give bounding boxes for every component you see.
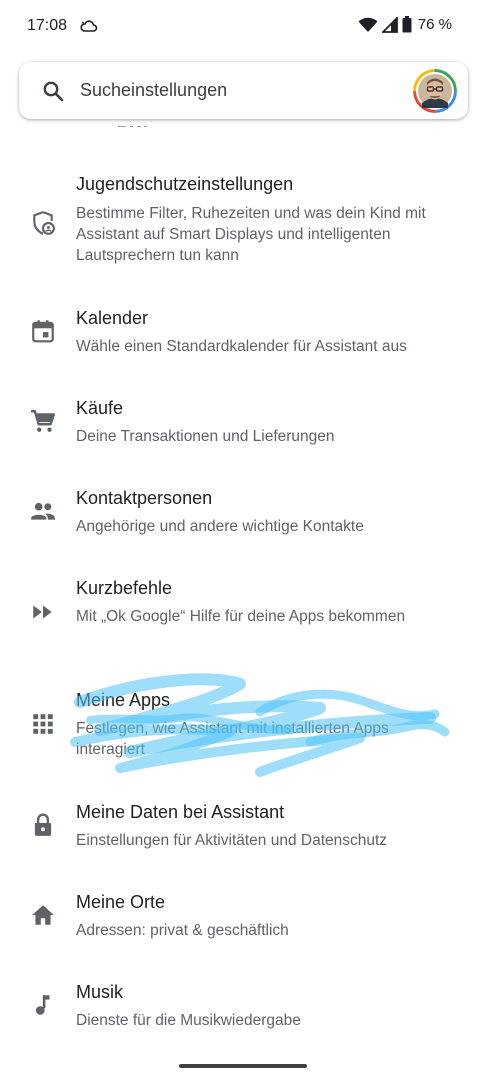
lock-icon (34, 813, 52, 836)
home-indicator[interactable] (179, 1064, 307, 1068)
cart-icon (31, 410, 56, 432)
list-item-kaeufe[interactable]: Käufe Deine Transaktionen und Lieferunge… (0, 396, 486, 456)
item-title: Käufe (76, 398, 124, 418)
home-icon (32, 905, 54, 925)
fast-forward-icon (33, 605, 52, 619)
status-time: 17:08 (27, 17, 68, 34)
item-subtitle: Angehörige und andere wichtige Kontakte (76, 518, 364, 535)
apps-grid-icon (33, 714, 53, 734)
people-icon (31, 502, 55, 520)
cellular-signal-icon (381, 16, 398, 33)
item-title: Jugendschutzeinstellungen (76, 174, 294, 194)
battery-percentage: 76 % (417, 16, 452, 33)
item-subtitle: Mit „Ok Google“ Hilfe für deine Apps bek… (76, 608, 406, 625)
shield-child-icon (33, 211, 55, 235)
list-item-meine-apps[interactable]: Meine Apps Festlegen, wie Assistant mit … (0, 688, 486, 770)
item-title: Meine Apps (76, 690, 171, 710)
status-indicators: 76 % (358, 16, 452, 33)
item-title: Kalender (76, 308, 149, 328)
scrolled-content-edge (118, 124, 148, 130)
item-subtitle: Deine Transaktionen und Lieferungen (76, 428, 335, 445)
item-subtitle: Wähle einen Standardkalender für Assista… (76, 338, 407, 355)
item-title: Meine Daten bei Assistant (76, 802, 285, 822)
item-title: Musik (76, 982, 124, 1002)
status-bar: 17:08 76 % (0, 0, 486, 52)
search-icon[interactable] (41, 79, 65, 103)
search-bar[interactable]: Sucheinstellungen (19, 62, 468, 119)
music-note-icon (35, 995, 50, 1015)
account-avatar[interactable] (413, 69, 457, 113)
list-item-meine-orte[interactable]: Meine Orte Adressen: privat & geschäftli… (0, 890, 486, 950)
item-title: Kontaktpersonen (76, 488, 213, 508)
item-subtitle: Festlegen, wie Assistant mit installiert… (76, 720, 389, 758)
item-subtitle: Adressen: privat & geschäftlich (76, 922, 289, 939)
list-item-kalender[interactable]: Kalender Wähle einen Standardkalender fü… (0, 306, 486, 366)
battery-icon (402, 16, 412, 33)
list-item-jugendschutz[interactable]: Jugendschutzeinstellungen Bestimme Filte… (0, 172, 486, 292)
list-item-kurzbefehle[interactable]: Kurzbefehle Mit „Ok Google“ Hilfe für de… (0, 576, 486, 658)
search-input[interactable]: Sucheinstellungen (80, 80, 227, 101)
list-item-kontaktpersonen[interactable]: Kontaktpersonen Angehörige und andere wi… (0, 486, 486, 546)
list-item-musik[interactable]: Musik Dienste für die Musikwiedergabe (0, 980, 486, 1040)
wifi-icon (358, 17, 378, 32)
list-item-meine-daten[interactable]: Meine Daten bei Assistant Einstellungen … (0, 800, 486, 860)
item-subtitle: Dienste für die Musikwiedergabe (76, 1012, 301, 1029)
weather-cloud-icon (80, 20, 98, 32)
item-subtitle: Einstellungen für Aktivitäten und Datens… (76, 832, 388, 849)
item-title: Kurzbefehle (76, 578, 173, 598)
item-subtitle: Bestimme Filter, Ruhezeiten und was dein… (76, 205, 426, 264)
item-title: Meine Orte (76, 892, 166, 912)
calendar-icon (32, 320, 54, 343)
